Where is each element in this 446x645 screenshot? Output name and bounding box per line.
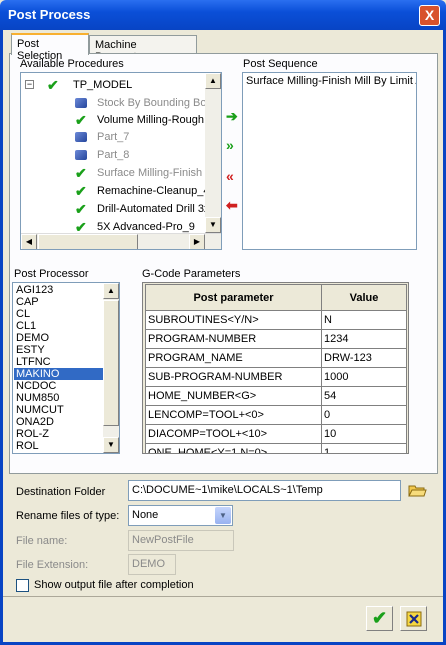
post-sequence-label: Post Sequence <box>243 58 318 70</box>
file-name-input[interactable]: NewPostFile <box>128 530 234 551</box>
param-value[interactable]: 1000 <box>321 367 407 387</box>
tree-root-label: TP_MODEL <box>73 79 133 91</box>
tree-item-label: Surface Milling-Finish M <box>97 167 215 179</box>
rename-files-value: None <box>132 509 159 521</box>
tree-item[interactable]: Stock By Bounding Bo <box>73 95 221 112</box>
tree-item[interactable]: Part_8 <box>73 147 221 164</box>
tree-item[interactable]: ✔ Remachine-Cleanup_4 <box>73 183 221 200</box>
column-header[interactable]: Value <box>321 284 407 311</box>
param-value[interactable]: DRW-123 <box>321 348 407 368</box>
param-name: SUBROUTINES<Y/N> <box>145 310 322 330</box>
scroll-thumb[interactable] <box>38 234 138 249</box>
scroll-left-icon[interactable]: ◀ <box>21 234 37 249</box>
title-bar: Post Process X <box>0 0 446 30</box>
rename-files-select[interactable]: None ▼ <box>128 505 233 526</box>
stock-icon <box>75 98 87 108</box>
post-sequence-item[interactable]: Surface Milling-Finish Mill By Limit Ar <box>246 75 416 87</box>
post-sequence-list[interactable]: Surface Milling-Finish Mill By Limit Ar <box>242 72 417 250</box>
param-name: SUB-PROGRAM-NUMBER <box>145 367 322 387</box>
param-value[interactable]: 0 <box>321 405 407 425</box>
check-icon: ✔ <box>75 201 87 217</box>
param-value[interactable]: 54 <box>321 386 407 406</box>
tree-item-label: Stock By Bounding Bo <box>97 97 207 109</box>
check-icon: ✔ <box>75 183 87 199</box>
tree-item-label: 5X Advanced-Pro_9 <box>97 221 195 233</box>
param-value[interactable]: 1234 <box>321 329 407 349</box>
show-output-label: Show output file after completion <box>34 579 194 591</box>
table-row[interactable]: SUBROUTINES<Y/N> N <box>145 310 407 330</box>
param-name: LENCOMP=TOOL+<0> <box>145 405 322 425</box>
param-name: ONE_HOME<Y=1,N=0> <box>145 443 322 453</box>
scroll-right-icon[interactable]: ▶ <box>189 234 205 249</box>
param-value[interactable]: N <box>321 310 407 330</box>
available-procedures-tree[interactable]: − ✔ TP_MODEL Stock By Bounding Bo ✔ Volu… <box>20 72 222 250</box>
gcode-parameters-label: G-Code Parameters <box>142 268 241 280</box>
tree-root[interactable]: − ✔ TP_MODEL <box>25 77 215 94</box>
param-value[interactable]: 10 <box>321 424 407 444</box>
gcode-header-row: Post parameter Value <box>145 284 407 311</box>
tree-item-label: Volume Milling-Rough <box>97 114 204 126</box>
rename-files-label: Rename files of type: <box>16 510 120 522</box>
tab-post-selection[interactable]: Post Selection <box>11 33 89 62</box>
cancel-button[interactable] <box>400 606 427 631</box>
file-extension-input[interactable]: DEMO <box>128 554 176 575</box>
scroll-up-icon[interactable]: ▲ <box>103 283 119 299</box>
post-processor-list[interactable]: AGI123 CAP CL CL1 DEMO ESTY LTFNC MAKINO… <box>12 282 120 454</box>
tree-item-label: Part_8 <box>97 149 130 161</box>
check-icon: ✔ <box>47 77 59 93</box>
scroll-down-icon[interactable]: ▼ <box>205 217 221 233</box>
scroll-thumb[interactable] <box>103 300 119 426</box>
ok-button[interactable]: ✔ <box>366 606 393 631</box>
column-header[interactable]: Post parameter <box>145 284 322 311</box>
table-row[interactable]: HOME_NUMBER<G> 54 <box>145 386 407 406</box>
post-processor-scrollbar[interactable]: ▲ ▼ <box>103 283 119 453</box>
table-row[interactable]: PROGRAM_NAME DRW-123 <box>145 348 407 368</box>
tree-horizontal-scrollbar[interactable]: ◀ ▶ <box>21 233 221 249</box>
gcode-grid[interactable]: Post parameter Value SUBROUTINES<Y/N> N P… <box>142 282 409 454</box>
file-name-label: File name: <box>16 535 68 547</box>
part-icon <box>75 150 87 160</box>
tree-item[interactable]: Part_7 <box>73 129 221 146</box>
destination-folder-label: Destination Folder <box>16 486 106 498</box>
check-icon: ✔ <box>75 112 87 128</box>
param-name: DIACOMP=TOOL+<10> <box>145 424 322 444</box>
param-name: PROGRAM-NUMBER <box>145 329 322 349</box>
param-name: HOME_NUMBER<G> <box>145 386 322 406</box>
table-row[interactable]: LENCOMP=TOOL+<0> 0 <box>145 405 407 425</box>
post-processor-label: Post Processor <box>14 268 89 280</box>
file-extension-label: File Extension: <box>16 559 89 571</box>
table-row[interactable]: ONE_HOME<Y=1,N=0> 1 <box>145 443 407 453</box>
cancel-icon <box>406 611 421 627</box>
tree-item-label: Drill-Automated Drill 3x <box>97 203 210 215</box>
param-name: PROGRAM_NAME <box>145 348 322 368</box>
gcode-table: Post parameter Value SUBROUTINES<Y/N> N P… <box>145 284 407 453</box>
scroll-up-icon[interactable]: ▲ <box>205 73 221 89</box>
tree-vertical-scrollbar[interactable]: ▲ ▼ <box>205 73 221 233</box>
close-button[interactable]: X <box>419 5 440 26</box>
table-row[interactable]: PROGRAM-NUMBER 1234 <box>145 329 407 349</box>
tree-item-label: Remachine-Cleanup_4 <box>97 185 210 197</box>
dropdown-arrow-icon[interactable]: ▼ <box>215 507 231 524</box>
table-row[interactable]: SUB-PROGRAM-NUMBER 1000 <box>145 367 407 387</box>
browse-folder-icon[interactable] <box>407 481 427 499</box>
tree-item[interactable]: ✔ Surface Milling-Finish M <box>73 165 221 182</box>
tab-machine-parameters[interactable]: Machine Parameters <box>89 35 197 63</box>
window-title: Post Process <box>8 7 91 22</box>
scroll-down-icon[interactable]: ▼ <box>103 437 119 453</box>
tree-item-label: Part_7 <box>97 131 130 143</box>
tree-item[interactable]: ✔ Volume Milling-Rough <box>73 112 221 129</box>
part-icon <box>75 132 87 142</box>
tree-item[interactable]: ✔ Drill-Automated Drill 3x <box>73 201 221 218</box>
param-value[interactable]: 1 <box>321 443 407 453</box>
destination-folder-input[interactable]: C:\DOCUME~1\mike\LOCALS~1\Temp <box>128 480 401 501</box>
collapse-icon[interactable]: − <box>25 80 34 89</box>
ok-check-icon: ✔ <box>371 608 388 628</box>
show-output-checkbox[interactable] <box>16 579 29 592</box>
tab-post-selection-label: Post Selection <box>17 38 63 62</box>
table-row[interactable]: DIACOMP=TOOL+<10> 10 <box>145 424 407 444</box>
divider <box>3 596 443 597</box>
check-icon: ✔ <box>75 165 87 181</box>
